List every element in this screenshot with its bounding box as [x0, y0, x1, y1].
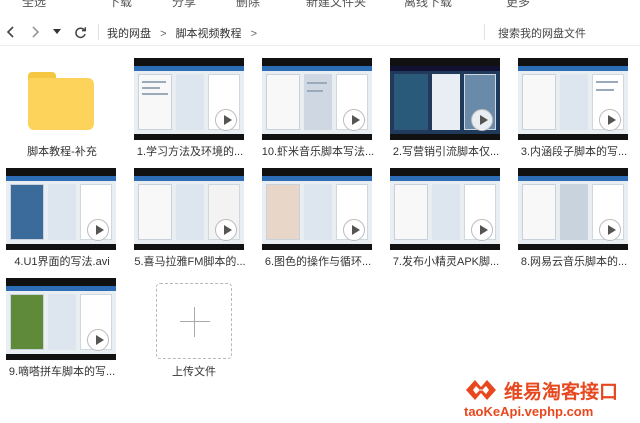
play-icon — [215, 219, 237, 241]
watermark-title: 维易淘客接口 — [504, 382, 619, 403]
file-name: 脚本教程-补充 — [27, 146, 97, 158]
video-thumbnail — [390, 58, 500, 140]
video-thumbnail — [134, 58, 244, 140]
folder-item[interactable]: 脚本教程-补充 — [0, 58, 120, 168]
toolbar-offline-download[interactable]: 离线下载 — [404, 0, 452, 8]
video-thumbnail — [390, 168, 500, 250]
upload-label: 上传文件 — [172, 366, 216, 378]
video-item[interactable]: 3.内涵段子脚本的写... — [512, 58, 632, 168]
folder-icon — [28, 72, 94, 130]
watermark: 维易淘客接口 taoKeApi.vephp.com — [462, 376, 640, 423]
breadcrumb-separator: > — [160, 28, 167, 40]
upload-tile[interactable]: 上传文件 — [0, 283, 240, 383]
video-thumbnail — [262, 58, 372, 140]
toolbar-select-all[interactable]: 全选 — [22, 0, 46, 8]
video-item[interactable]: 2.写营销引流脚本仅... — [384, 58, 504, 168]
file-name: 8.网易云音乐脚本的... — [520, 256, 628, 268]
file-name: 5.喜马拉雅FM脚本的... — [134, 256, 246, 268]
toolbar-download[interactable]: 下载 — [108, 0, 132, 8]
play-icon — [343, 219, 365, 241]
search-input[interactable]: 搜索我的网盘文件 — [498, 25, 586, 41]
toolbar-more[interactable]: 更多 — [506, 0, 530, 8]
plus-icon[interactable] — [156, 283, 232, 359]
file-name: 1.学习方法及环境的... — [136, 146, 244, 158]
video-item[interactable]: 4.U1界面的写法.avi — [0, 168, 120, 278]
video-item[interactable]: 1.学习方法及环境的... — [128, 58, 248, 168]
breadcrumb-separator[interactable]: > — [251, 28, 257, 40]
breadcrumb-my-drive[interactable]: 我的网盘 — [107, 28, 151, 40]
video-thumbnail — [134, 168, 244, 250]
search-divider — [484, 24, 485, 40]
play-icon — [87, 219, 109, 241]
file-name: 2.写营销引流脚本仅... — [392, 146, 500, 158]
play-icon — [471, 219, 493, 241]
video-item[interactable]: 6.图色的操作与循环... — [256, 168, 376, 278]
video-thumbnail — [6, 168, 116, 250]
video-thumbnail — [518, 58, 628, 140]
play-icon — [471, 109, 493, 131]
video-item[interactable]: 5.喜马拉雅FM脚本的... — [128, 168, 248, 278]
play-icon — [599, 219, 621, 241]
video-item[interactable]: 7.发布小精灵APK脚... — [384, 168, 504, 278]
play-icon — [343, 109, 365, 131]
video-item[interactable]: 10.虾米音乐脚本写法... — [256, 58, 376, 168]
file-name: 10.虾米音乐脚本写法... — [261, 146, 375, 158]
play-icon — [599, 109, 621, 131]
video-item[interactable]: 8.网易云音乐脚本的... — [512, 168, 632, 278]
file-name: 6.图色的操作与循环... — [264, 256, 372, 268]
file-name: 7.发布小精灵APK脚... — [392, 256, 500, 268]
file-name: 3.内涵段子脚本的写... — [520, 146, 628, 158]
refresh-icon[interactable] — [71, 23, 89, 41]
chevron-left-icon[interactable] — [2, 23, 20, 41]
play-icon — [215, 109, 237, 131]
nav-divider — [98, 24, 99, 40]
toolbar-delete[interactable]: 删除 — [236, 0, 260, 8]
breadcrumb: 我的网盘 > 脚本视频教程 > — [107, 25, 263, 41]
chevron-right-icon[interactable] — [26, 23, 44, 41]
breadcrumb-current-folder[interactable]: 脚本视频教程 — [176, 28, 242, 40]
watermark-logo-icon — [466, 380, 496, 400]
video-thumbnail — [518, 168, 628, 250]
navigation-bar: 我的网盘 > 脚本视频教程 > 搜索我的网盘文件 — [0, 20, 640, 46]
file-name: 4.U1界面的写法.avi — [14, 256, 110, 268]
toolbar-share[interactable]: 分享 — [172, 0, 196, 8]
caret-down-icon[interactable] — [48, 23, 66, 41]
toolbar-new-folder[interactable]: 新建文件夹 — [306, 0, 366, 8]
top-toolbar: 全选 下载 分享 删除 新建文件夹 离线下载 更多 — [0, 0, 640, 8]
watermark-url: taoKeApi.vephp.com — [464, 404, 594, 419]
video-thumbnail — [262, 168, 372, 250]
